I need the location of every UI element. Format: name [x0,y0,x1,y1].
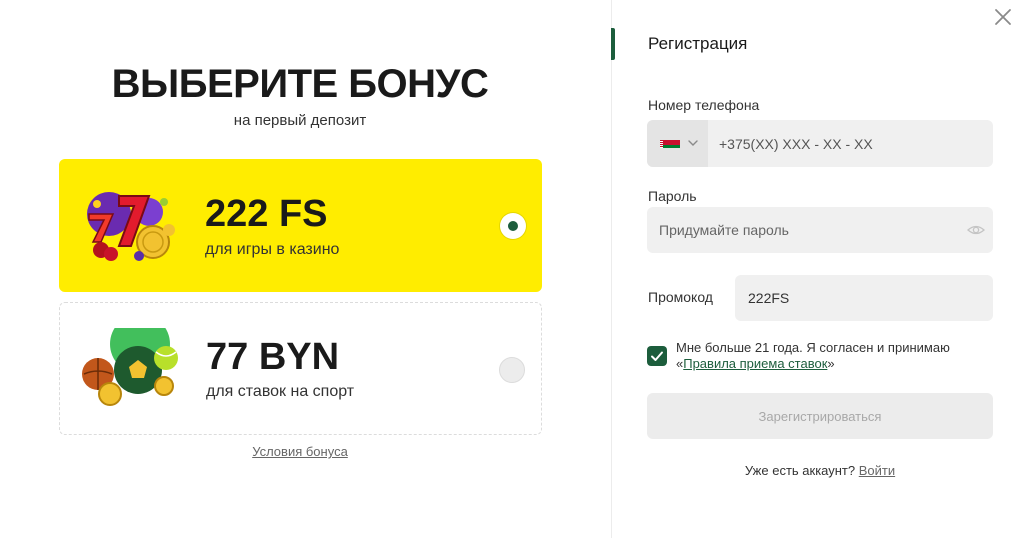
bonus-subtitle: на первый депозит [233,112,367,129]
password-field [647,207,993,253]
belarus-flag-icon [660,140,680,148]
bonus-panel: ВЫБЕРИТЕ БОНУС на первый депозит 222 FS … [0,0,611,538]
eye-icon[interactable] [967,222,985,238]
bonus-description: для ставок на спорт [206,383,355,400]
register-button[interactable]: Зарегистрироваться [647,393,993,439]
bonus-registration-modal: ВЫБЕРИТЕ БОНУС на первый депозит 222 FS … [0,0,1024,538]
phone-input[interactable] [708,120,993,167]
bonus-terms-link[interactable]: Условия бонуса [0,444,600,459]
registration-title: Регистрация [648,34,748,53]
bonus-description: для игры в казино [205,241,340,258]
sports-balls-icon [82,328,178,406]
country-select[interactable] [647,120,708,167]
title-accent-bar [611,28,615,60]
agree-label-end: » [827,356,835,371]
bonus-amount: 77 BYN [206,336,340,378]
login-prompt-text: Уже есть аккаунт? [744,463,856,478]
bonus-radio-unselected[interactable] [499,357,525,383]
panel-divider [611,0,612,538]
chevron-down-icon [688,140,698,146]
close-icon[interactable] [992,6,1014,28]
bonus-title: ВЫБЕРИТЕ БОНУС [111,62,489,106]
betting-rules-link[interactable]: Правила приема ставок [683,356,827,371]
bonus-amount: 222 FS [205,193,328,235]
promo-label: Промокод [648,289,713,305]
casino-slots-icon [87,192,175,261]
promo-field [735,275,993,321]
password-label: Пароль [648,188,697,204]
bonus-card-casino[interactable]: 222 FS для игры в казино [59,159,542,292]
agree-checkbox[interactable] [647,346,667,366]
agree-text: Мне больше 21 года. Я согласен и принима… [676,340,986,372]
phone-field [647,120,993,167]
phone-label: Номер телефона [648,97,760,113]
login-link[interactable]: Войти [859,463,895,478]
promo-input[interactable] [735,275,993,321]
bonus-card-sport[interactable]: 77 BYN для ставок на спорт [59,302,542,435]
login-prompt: Уже есть аккаунт? Войти [647,463,993,478]
bonus-radio-selected[interactable] [500,213,526,239]
password-input[interactable] [647,207,957,253]
checkmark-icon [651,351,663,361]
